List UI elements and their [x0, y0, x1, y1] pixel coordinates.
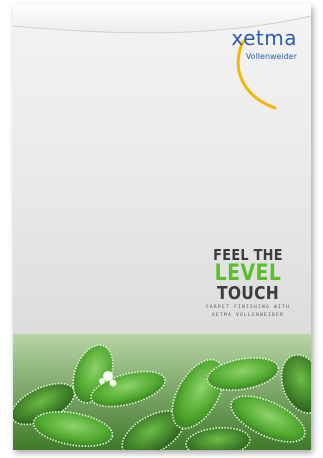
tagline-line-1: CARPET FINISHING WITH — [205, 305, 291, 310]
xetma-logo-swoosh — [236, 40, 277, 110]
brand-subname: Vollenweider — [245, 52, 297, 61]
brand-name: xetma — [231, 26, 297, 50]
frosted-leaves-photo — [13, 334, 311, 450]
brochure-cover: xetma Vollenweider FEEL THE LEVEL TOUCH … — [13, 4, 311, 450]
headline-block: FEEL THE LEVEL TOUCH CARPET FINISHING WI… — [193, 247, 303, 319]
headline-line-3: TOUCH — [217, 283, 279, 304]
headline-line-2: LEVEL — [214, 261, 282, 286]
tagline-line-2: XETMA VOLLENWEIDER — [211, 313, 285, 318]
